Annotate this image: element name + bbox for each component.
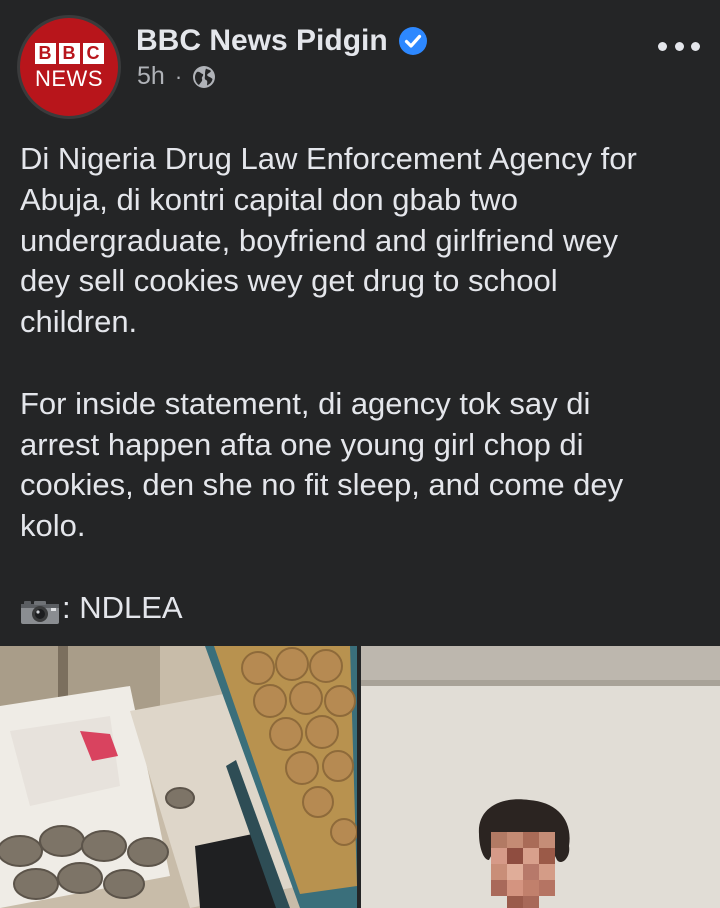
post-line: For inside statement, di agency tok say … [20,385,591,421]
more-dot-2 [674,41,684,51]
post-line: cookies, den she no fit sleep, and come … [20,467,624,503]
bbc-logo-letter-b2: B [58,43,80,64]
photo-credit-text: : NDLEA [62,589,183,625]
more-dot-3 [691,41,700,51]
post-line: kolo. [20,508,86,544]
post-photo-cookies[interactable] [0,646,357,908]
more-dot-1 [658,41,667,51]
globe-icon [192,65,216,89]
post-line: Di Nigeria Drug Law Enforcement Agency f… [20,141,637,176]
bbc-logo-letter-c: C [82,43,104,64]
more-options-icon[interactable] [658,36,700,56]
page-avatar[interactable]: B B C NEWS [17,15,121,119]
facebook-post: B B C NEWS BBC News Pidgin 5h · Di Niger… [0,0,720,908]
photo-credit: : NDLEA [20,588,710,629]
avatar-news-text: NEWS [35,66,103,91]
post-photo-suspect[interactable] [361,646,720,908]
post-line: undergraduate, boyfriend and girlfriend … [20,222,618,258]
post-line: Abuja, di kontri capital don gbab two [20,181,519,217]
post-meta: 5h · [137,62,216,91]
post-timestamp[interactable]: 5h [137,62,165,91]
post-images [0,646,720,908]
bbc-logo-blocks: B B C [34,43,104,64]
post-header: B B C NEWS BBC News Pidgin 5h · [0,0,720,130]
camera-icon [20,595,60,625]
verified-badge-icon [398,26,428,56]
post-text: Di Nigeria Drug Law Enforcement Agency f… [20,139,710,629]
bbc-logo-letter-b1: B [34,43,56,64]
post-line: dey sell cookies wey get drug to school [20,263,558,299]
post-line: children. [20,304,138,340]
meta-separator: · [174,63,183,89]
page-name-row: BBC News Pidgin [136,22,428,60]
page-name[interactable]: BBC News Pidgin [136,22,388,60]
post-line: arrest happen afta one young girl chop d… [20,426,584,462]
